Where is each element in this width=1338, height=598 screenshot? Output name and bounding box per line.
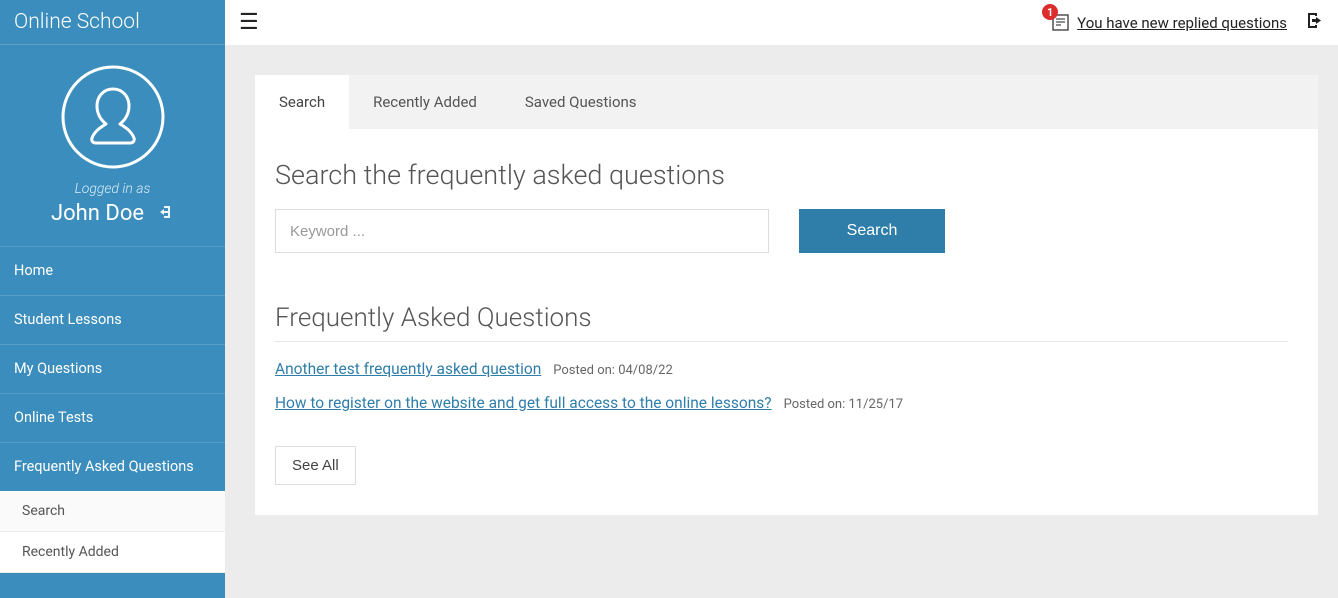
faq-heading: Frequently Asked Questions — [275, 303, 1288, 333]
search-heading: Search the frequently asked questions — [275, 159, 1288, 191]
sidebar-item-student-lessons[interactable]: Student Lessons — [0, 295, 225, 344]
user-panel: Logged in as John Doe — [0, 45, 225, 240]
menu-toggle-icon[interactable]: ☰ — [239, 12, 259, 34]
brand-title: Online School — [0, 0, 225, 45]
divider — [275, 341, 1288, 342]
sidebar-item-home[interactable]: Home — [0, 246, 225, 295]
logged-in-as-label: Logged in as — [10, 181, 215, 197]
tabs: Search Recently Added Saved Questions — [255, 75, 1318, 129]
sidebar-item-online-tests[interactable]: Online Tests — [0, 393, 225, 442]
avatar — [61, 65, 165, 169]
faq-posted: Posted on: 04/08/22 — [553, 363, 673, 378]
sidebar-subnav: Search Recently Added — [0, 491, 225, 573]
notification[interactable]: 1 You have new replied questions — [1050, 12, 1287, 33]
notification-link[interactable]: You have new replied questions — [1077, 14, 1287, 32]
sidebar-item-faq[interactable]: Frequently Asked Questions — [0, 442, 225, 491]
tab-body: Search the frequently asked questions Se… — [255, 129, 1318, 513]
top-logout-icon[interactable] — [1305, 11, 1324, 34]
logout-icon[interactable] — [158, 204, 174, 224]
faq-link[interactable]: How to register on the website and get f… — [275, 394, 772, 412]
sidebar-sub-recently-added[interactable]: Recently Added — [0, 532, 225, 573]
sidebar-nav: Home Student Lessons My Questions Online… — [0, 246, 225, 573]
topbar: ☰ 1 You have new replied questions — [225, 0, 1338, 45]
content-card: Search Recently Added Saved Questions Se… — [255, 75, 1318, 515]
user-name: John Doe — [51, 201, 144, 226]
tab-saved-questions[interactable]: Saved Questions — [501, 75, 661, 129]
faq-posted: Posted on: 11/25/17 — [784, 397, 904, 412]
tab-search[interactable]: Search — [255, 75, 349, 129]
search-button[interactable]: Search — [799, 209, 945, 253]
faq-link[interactable]: Another test frequently asked question — [275, 360, 541, 378]
main-content: Search Recently Added Saved Questions Se… — [225, 45, 1338, 598]
tab-recently-added[interactable]: Recently Added — [349, 75, 501, 129]
search-input[interactable] — [275, 209, 769, 253]
sidebar-sub-search[interactable]: Search — [0, 491, 225, 532]
sidebar-item-my-questions[interactable]: My Questions — [0, 344, 225, 393]
see-all-button[interactable]: See All — [275, 446, 356, 485]
faq-item: Another test frequently asked question P… — [275, 360, 1288, 378]
faq-item: How to register on the website and get f… — [275, 394, 1288, 412]
newspaper-icon: 1 — [1050, 12, 1071, 33]
sidebar: Online School Logged in as John Doe Home… — [0, 0, 225, 598]
